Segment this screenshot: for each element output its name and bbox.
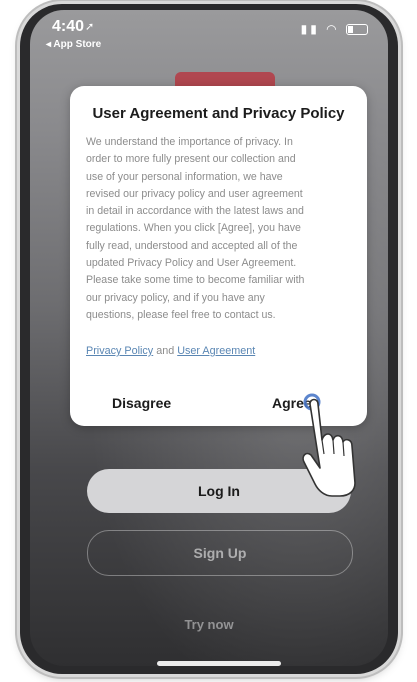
status-bar: 4:40 ➚ ◂ App Store ▮▮ ◠ <box>30 10 388 54</box>
phone-frame: 4:40 ➚ ◂ App Store ▮▮ ◠ User Agreement a… <box>20 4 398 674</box>
app-screen: 4:40 ➚ ◂ App Store ▮▮ ◠ User Agreement a… <box>30 10 388 666</box>
body-line: revised our privacy policy and user agre… <box>86 187 303 200</box>
body-line: updated Privacy Policy and User Agreemen… <box>86 257 297 270</box>
agreement-dialog: User Agreement and Privacy Policy We und… <box>70 86 367 426</box>
wifi-icon: ◠ <box>326 22 340 36</box>
signup-button[interactable]: Sign Up <box>87 530 353 576</box>
disagree-button[interactable]: Disagree <box>112 395 171 411</box>
back-to-app-store-link[interactable]: ◂ App Store <box>46 39 101 50</box>
tap-hand-icon <box>302 393 356 497</box>
body-line: in detail in accordance with the latest … <box>86 205 304 218</box>
body-line: use of your personal information, we hav… <box>86 170 283 183</box>
body-line: We understand the importance of privacy.… <box>86 136 293 148</box>
location-arrow-icon: ➚ <box>85 21 95 33</box>
user-agreement-link[interactable]: User Agreement <box>177 345 255 357</box>
battery-icon <box>346 24 368 36</box>
signal-icon: ▮▮ <box>300 22 320 36</box>
try-now-link[interactable]: Try now <box>30 617 388 632</box>
body-line: regulations. When you click [Agree], you… <box>86 222 301 235</box>
and-text: and <box>153 345 178 357</box>
status-icons: ▮▮ ◠ <box>301 22 368 36</box>
body-line: order to more fully present our collecti… <box>86 153 296 166</box>
body-line: fully read, understood and accepted all … <box>86 239 298 252</box>
body-line: Please take some time to become familiar… <box>86 274 305 287</box>
privacy-policy-link[interactable]: Privacy Policy <box>86 345 153 357</box>
dialog-title: User Agreement and Privacy Policy <box>92 105 345 122</box>
policy-links: Privacy Policy and User Agreement <box>86 345 255 357</box>
dialog-body-text: We understand the importance of privacy.… <box>86 134 353 324</box>
status-time: 4:40 <box>52 18 85 35</box>
body-line: our privacy policy, and if you have any <box>86 291 265 304</box>
home-indicator[interactable] <box>157 661 281 666</box>
body-line: questions, please feel free to contact u… <box>86 308 276 321</box>
